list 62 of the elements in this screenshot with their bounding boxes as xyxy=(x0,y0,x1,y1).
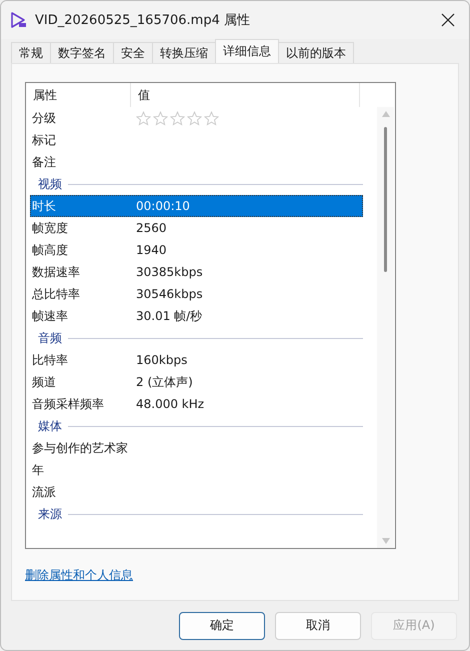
remove-properties-link[interactable]: 删除属性和个人信息 xyxy=(25,567,133,584)
property-row[interactable]: 比特率 160kbps xyxy=(30,349,363,371)
group-heading: 媒体 xyxy=(38,418,62,434)
property-row[interactable]: 频道 2 (立体声) xyxy=(30,371,363,393)
scroll-up-icon[interactable] xyxy=(382,111,390,117)
property-value: 2560 xyxy=(136,221,167,235)
property-name: 帧高度 xyxy=(32,242,69,258)
property-row[interactable]: 音频采样频率 48.000 kHz xyxy=(30,393,363,415)
property-name: 年 xyxy=(32,462,45,478)
property-name: 标记 xyxy=(32,132,57,148)
property-value: 00:00:10 xyxy=(136,199,190,213)
property-row[interactable]: 流派 xyxy=(30,481,363,503)
property-row[interactable]: 帧高度 1940 xyxy=(30,239,363,261)
column-header[interactable]: 属性 xyxy=(26,83,131,107)
property-name: 参与创作的艺术家 xyxy=(32,440,129,456)
star-icon[interactable] xyxy=(187,110,202,126)
property-row[interactable]: 备注 xyxy=(30,151,363,173)
tab[interactable]: 以前的版本 xyxy=(278,42,354,63)
property-value: 30385kbps xyxy=(136,265,203,279)
property-name: 流派 xyxy=(32,484,57,500)
property-row[interactable]: 时长 00:00:10 xyxy=(30,195,363,217)
dialog-button[interactable]: 取消 xyxy=(275,612,361,640)
property-name: 比特率 xyxy=(32,352,69,368)
property-row[interactable]: 参与创作的艺术家 xyxy=(30,437,363,459)
property-value: 1940 xyxy=(136,243,167,257)
property-name: 帧宽度 xyxy=(32,220,69,236)
window-title: VID_20260525_165706.mp4 属性 xyxy=(35,12,251,29)
property-name: 音频采样频率 xyxy=(32,396,105,412)
property-value: 160kbps xyxy=(136,353,188,367)
star-icon[interactable] xyxy=(204,110,219,126)
scrollbar-thumb[interactable] xyxy=(384,127,387,272)
property-row[interactable]: 分级 xyxy=(30,107,363,129)
group-heading: 视频 xyxy=(38,176,62,192)
property-name: 分级 xyxy=(32,110,57,126)
property-name: 数据速率 xyxy=(32,264,81,280)
property-row[interactable]: 数据速率 30385kbps xyxy=(30,261,363,283)
star-icon[interactable] xyxy=(136,110,151,126)
property-value: 30546kbps xyxy=(136,287,203,301)
dialog-button[interactable]: 确定 xyxy=(179,612,265,640)
property-name: 时长 xyxy=(32,198,57,214)
property-value: 2 (立体声) xyxy=(136,374,193,390)
property-row[interactable]: 年 xyxy=(30,459,363,481)
tab[interactable]: 常规 xyxy=(11,42,51,63)
property-row[interactable]: 帧宽度 2560 xyxy=(30,217,363,239)
group-heading: 来源 xyxy=(38,506,62,522)
close-icon[interactable] xyxy=(441,13,455,27)
video-file-icon xyxy=(9,11,27,29)
property-row[interactable]: 标记 xyxy=(30,129,363,151)
group-heading: 音频 xyxy=(38,330,62,346)
property-name: 备注 xyxy=(32,154,57,170)
column-header[interactable]: 值 xyxy=(131,83,360,107)
property-name: 频道 xyxy=(32,374,57,390)
star-icon[interactable] xyxy=(170,110,185,126)
property-row[interactable]: 帧速率 30.01 帧/秒 xyxy=(30,305,363,327)
property-value: 48.000 kHz xyxy=(136,397,204,411)
property-row[interactable]: 总比特率 30546kbps xyxy=(30,283,363,305)
star-icon[interactable] xyxy=(153,110,168,126)
tab[interactable]: 详细信息 xyxy=(215,39,279,63)
scroll-down-icon[interactable] xyxy=(382,538,390,544)
property-name: 帧速率 xyxy=(32,308,69,324)
property-value: 30.01 帧/秒 xyxy=(136,308,202,324)
property-name: 总比特率 xyxy=(32,286,81,302)
